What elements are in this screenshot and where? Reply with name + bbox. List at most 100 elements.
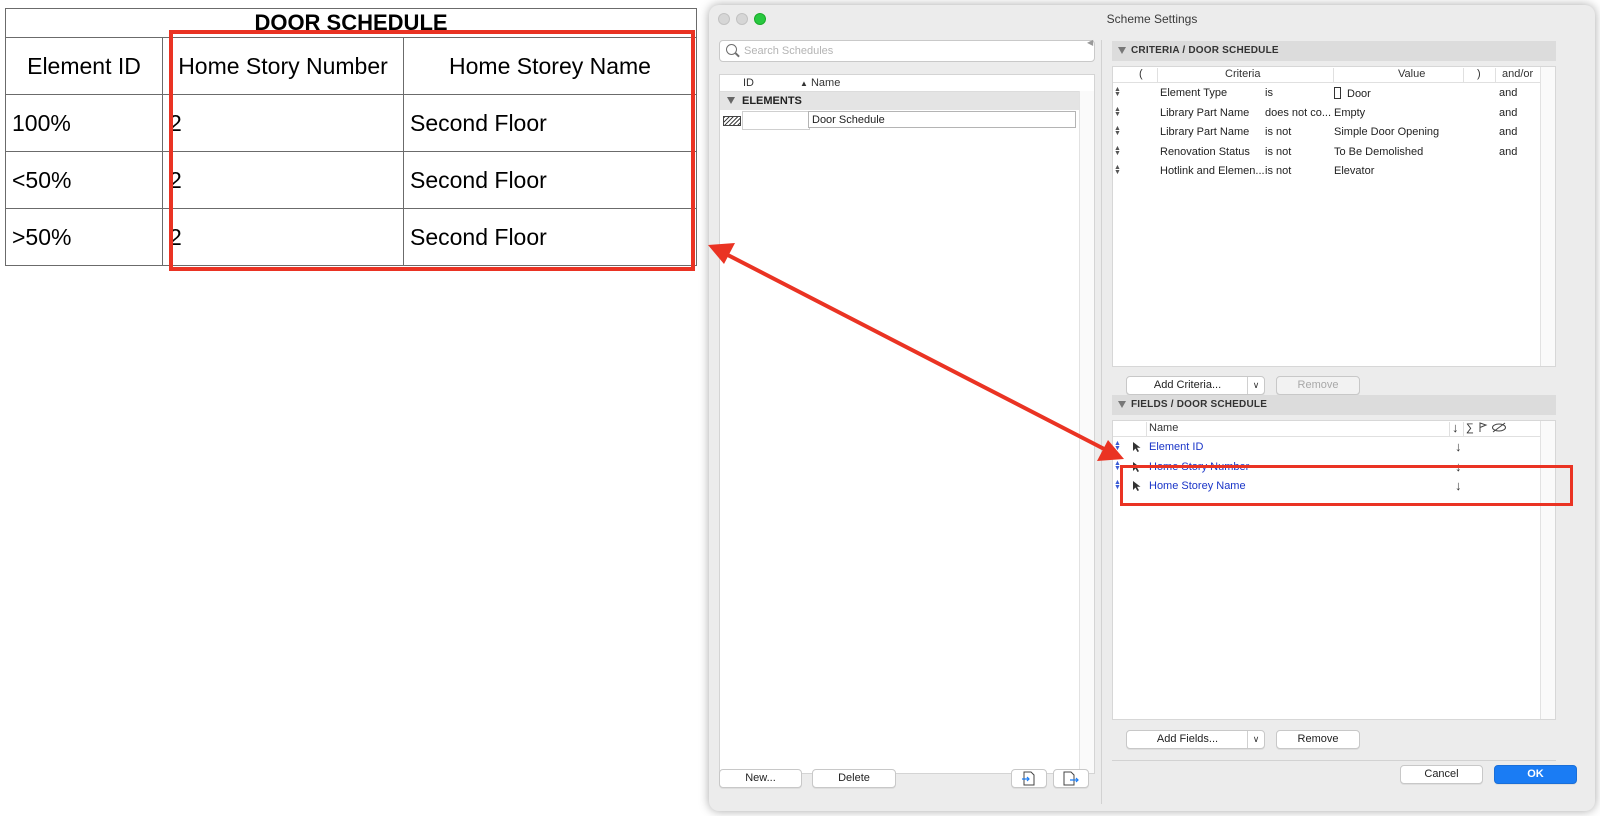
column-header-id[interactable]: ID: [743, 77, 754, 89]
reorder-handle-icon[interactable]: ▲ ▼: [1114, 86, 1121, 98]
reorder-handle-icon[interactable]: ▲ ▼: [1114, 479, 1121, 491]
criteria-operator[interactable]: does not co...: [1265, 107, 1331, 119]
column-header-criteria: Criteria: [1225, 68, 1261, 80]
criteria-scrollbar[interactable]: [1540, 67, 1555, 366]
flag-column-icon[interactable]: [1478, 422, 1488, 436]
criteria-value[interactable]: Simple Door Opening: [1334, 126, 1439, 138]
criteria-row[interactable]: ▲ ▼ Element Type is Door and: [1113, 83, 1555, 103]
column-header-value: Value: [1398, 68, 1426, 80]
field-row[interactable]: ▲ ▼ Element ID ↓: [1113, 437, 1555, 457]
reorder-handle-icon[interactable]: ▲ ▼: [1114, 164, 1121, 176]
schedule-cell: 2: [162, 151, 404, 209]
fields-scrollbar[interactable]: [1540, 421, 1555, 719]
criteria-andor[interactable]: and: [1499, 87, 1517, 99]
dialog-title: Scheme Settings: [1106, 12, 1198, 26]
criteria-row[interactable]: ▲ ▼ Library Part Name is not Simple Door …: [1113, 122, 1555, 142]
disclosure-triangle-icon[interactable]: [727, 97, 735, 104]
criteria-field[interactable]: Library Part Name: [1160, 126, 1249, 138]
criteria-andor[interactable]: and: [1499, 126, 1517, 138]
criteria-operator[interactable]: is not: [1265, 165, 1291, 177]
criteria-field[interactable]: Library Part Name: [1160, 107, 1249, 119]
export-button[interactable]: [1053, 769, 1089, 788]
import-icon: [1022, 771, 1035, 786]
sort-arrow-icon[interactable]: ↓: [1455, 478, 1462, 493]
reorder-handle-icon[interactable]: ▲ ▼: [1114, 460, 1121, 472]
ok-button[interactable]: OK: [1494, 765, 1577, 784]
schedule-row: 100% 2 Second Floor: [5, 94, 697, 152]
search-field[interactable]: [719, 40, 1095, 62]
schedule-cell: Second Floor: [403, 94, 697, 152]
sum-column-icon[interactable]: ∑: [1466, 422, 1474, 434]
criteria-section-header[interactable]: CRITERIA / DOOR SCHEDULE: [1112, 41, 1556, 61]
criteria-row[interactable]: ▲ ▼ Library Part Name does not co... Empt…: [1113, 103, 1555, 123]
sort-arrow-icon[interactable]: ↓: [1455, 439, 1462, 454]
cancel-button[interactable]: Cancel: [1400, 765, 1483, 784]
criteria-field[interactable]: Hotlink and Elemen...: [1160, 165, 1265, 177]
add-criteria-button[interactable]: Add Criteria... ∨: [1126, 376, 1265, 395]
field-name[interactable]: Element ID: [1149, 441, 1203, 453]
add-fields-label: Add Fields...: [1156, 733, 1219, 745]
schedule-cell: Second Floor: [403, 151, 697, 209]
criteria-andor[interactable]: and: [1499, 107, 1517, 119]
fields-table-header: Name ↓ ∑: [1113, 420, 1555, 437]
visibility-column-icon[interactable]: [1491, 422, 1507, 436]
schedule-cell: 2: [162, 208, 404, 266]
schedule-list[interactable]: ID ▲ Name ELEMENTS Door Schedule: [719, 74, 1095, 774]
remove-field-button[interactable]: Remove: [1276, 730, 1360, 749]
schedule-cell: >50%: [5, 208, 163, 266]
reorder-handle-icon[interactable]: ▲ ▼: [1114, 440, 1121, 452]
field-name[interactable]: Home Storey Name: [1149, 480, 1246, 492]
collapse-handle-icon[interactable]: ◀: [1087, 38, 1093, 47]
criteria-row[interactable]: ▲ ▼ Hotlink and Elemen... is not Elevator: [1113, 161, 1555, 181]
criteria-value[interactable]: Door: [1334, 87, 1371, 100]
sort-arrow-icon[interactable]: ↓: [1455, 459, 1462, 474]
criteria-section-title: CRITERIA / DOOR SCHEDULE: [1131, 45, 1279, 56]
scheme-settings-dialog: Scheme Settings ID ▲ Name ELEMENTS Door …: [709, 5, 1595, 811]
reorder-handle-icon[interactable]: ▲ ▼: [1114, 145, 1121, 157]
list-item-id[interactable]: [742, 111, 810, 130]
criteria-field[interactable]: Renovation Status: [1160, 146, 1250, 158]
criteria-andor[interactable]: and: [1499, 146, 1517, 158]
reorder-handle-icon[interactable]: ▲ ▼: [1114, 125, 1121, 137]
list-item[interactable]: Door Schedule: [720, 110, 1094, 130]
list-item-name[interactable]: Door Schedule: [808, 111, 1076, 128]
schedule-grid: Element ID Home Story Number Home Storey…: [5, 37, 697, 266]
column-header-open-paren: (: [1139, 68, 1143, 80]
criteria-value[interactable]: Empty: [1334, 107, 1365, 119]
import-button[interactable]: [1011, 769, 1047, 788]
chevron-down-icon[interactable]: ∨: [1247, 377, 1264, 394]
column-header-and-or: and/or: [1502, 68, 1534, 80]
list-group-elements[interactable]: ELEMENTS: [720, 92, 1094, 110]
criteria-value[interactable]: To Be Demolished: [1334, 146, 1423, 158]
schedule-header-cell: Element ID: [5, 37, 163, 95]
criteria-table[interactable]: ( Criteria Value ) and/or ▲ ▼ Element Typ…: [1112, 66, 1556, 367]
field-row[interactable]: ▲ ▼ Home Storey Name ↓: [1113, 476, 1555, 496]
search-input[interactable]: [744, 43, 1074, 58]
criteria-operator[interactable]: is: [1265, 87, 1273, 99]
pane-divider[interactable]: [1101, 40, 1102, 804]
schedule-cell: <50%: [5, 151, 163, 209]
chevron-down-icon[interactable]: ∨: [1247, 731, 1264, 748]
criteria-value[interactable]: Elevator: [1334, 165, 1374, 177]
schedule-row: <50% 2 Second Floor: [5, 151, 697, 209]
fields-section-header[interactable]: FIELDS / DOOR SCHEDULE: [1112, 395, 1556, 415]
criteria-field[interactable]: Element Type: [1160, 87, 1227, 99]
schedule-cell: Second Floor: [403, 208, 697, 266]
disclosure-triangle-icon[interactable]: [1118, 401, 1126, 408]
remove-criteria-button[interactable]: Remove: [1276, 376, 1360, 395]
new-button[interactable]: New...: [719, 769, 802, 788]
disclosure-triangle-icon[interactable]: [1118, 47, 1126, 54]
delete-button[interactable]: Delete: [812, 769, 896, 788]
criteria-operator[interactable]: is not: [1265, 146, 1291, 158]
criteria-row[interactable]: ▲ ▼ Renovation Status is not To Be Demoli…: [1113, 142, 1555, 162]
field-name[interactable]: Home Story Number: [1149, 461, 1249, 473]
fields-table[interactable]: Name ↓ ∑ ▲ ▼ Element ID ↓ ▲ ▼ Home Story N…: [1112, 420, 1556, 720]
title-bar: Scheme Settings: [709, 5, 1595, 33]
criteria-operator[interactable]: is not: [1265, 126, 1291, 138]
add-fields-button[interactable]: Add Fields... ∨: [1126, 730, 1265, 749]
list-scrollbar[interactable]: [1079, 91, 1094, 773]
field-row[interactable]: ▲ ▼ Home Story Number ↓: [1113, 457, 1555, 477]
reorder-handle-icon[interactable]: ▲ ▼: [1114, 106, 1121, 118]
column-header-name[interactable]: ▲ Name: [800, 77, 840, 89]
sort-column-icon[interactable]: ↓: [1452, 420, 1459, 435]
